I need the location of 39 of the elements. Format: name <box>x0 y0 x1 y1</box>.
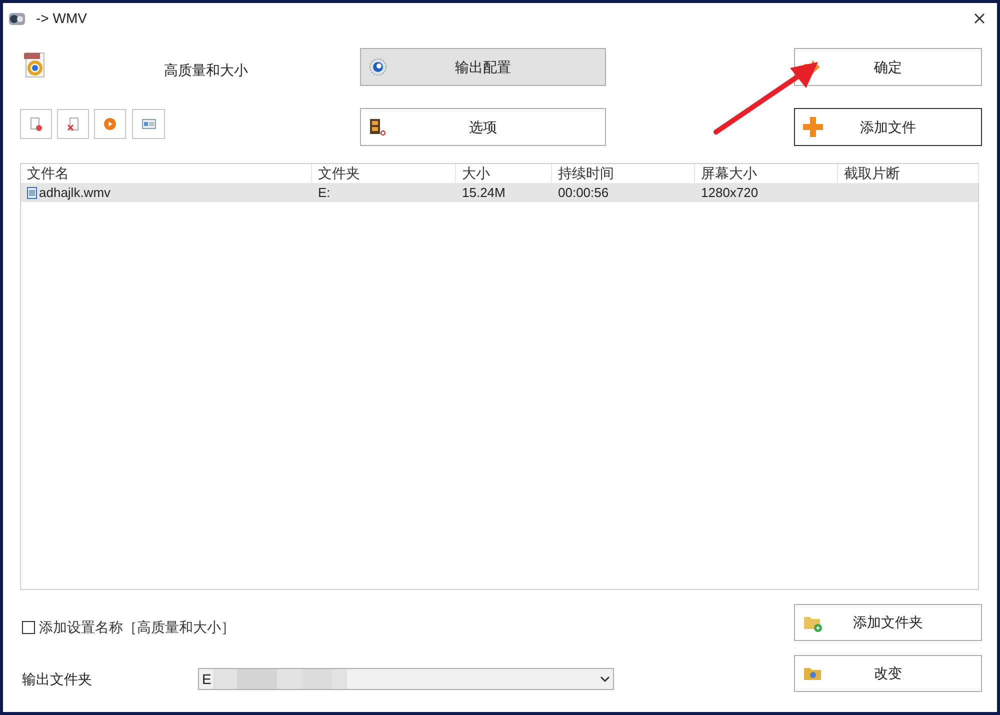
output-config-button[interactable]: 输出配置 <box>360 48 606 86</box>
close-icon[interactable] <box>974 13 985 24</box>
output-folder-dropdown[interactable]: E <box>198 668 614 690</box>
file-icon <box>27 186 37 198</box>
table-cell-text: 00:00:56 <box>558 184 609 202</box>
chevron-down-icon <box>600 676 610 682</box>
ok-button[interactable]: 确定 <box>794 48 982 86</box>
add-folder-button[interactable]: 添加文件夹 <box>794 604 982 641</box>
delete-document-icon <box>67 117 79 131</box>
column-header[interactable]: 屏幕大小 <box>695 163 757 184</box>
output-folder-label: 输出文件夹 <box>22 670 93 688</box>
column-header[interactable]: 截取片断 <box>838 163 900 184</box>
window-title: -> WMV <box>36 9 87 28</box>
change-button[interactable]: 改变 <box>794 655 982 692</box>
add-icon-button[interactable] <box>20 109 52 139</box>
column-header[interactable]: 文件夹 <box>312 163 360 184</box>
table-cell-text: 1280x720 <box>701 184 758 202</box>
video-file-icon <box>24 52 46 78</box>
document-icon <box>30 117 42 131</box>
column-header[interactable]: 文件名 <box>21 163 69 184</box>
options-button[interactable]: 选项 <box>360 108 606 146</box>
column-header[interactable]: 大小 <box>456 163 490 184</box>
plus-icon <box>803 117 823 137</box>
table-cell-text: E: <box>318 184 330 202</box>
file-row[interactable]: adhajlk.wmv E: 15.24M 00:00:56 1280x720 <box>21 183 978 202</box>
table-cell-text: adhajlk.wmv <box>39 184 111 202</box>
column-header[interactable]: 持续时间 <box>552 163 614 184</box>
checkbox[interactable] <box>22 621 35 634</box>
play-button[interactable] <box>94 109 126 139</box>
gear-icon <box>369 58 387 76</box>
info-button[interactable] <box>132 109 165 139</box>
table-cell-text: 15.24M <box>462 184 506 202</box>
play-icon <box>104 118 116 130</box>
profile-label: 高质量和大小 <box>164 61 248 80</box>
remove-button[interactable] <box>57 109 89 139</box>
add-file-button[interactable]: 添加文件 <box>794 108 982 146</box>
card-icon <box>142 119 156 129</box>
app-icon <box>8 10 26 26</box>
setting-name-checkbox[interactable]: 添加设置名称［高质量和大小］ <box>22 617 235 638</box>
